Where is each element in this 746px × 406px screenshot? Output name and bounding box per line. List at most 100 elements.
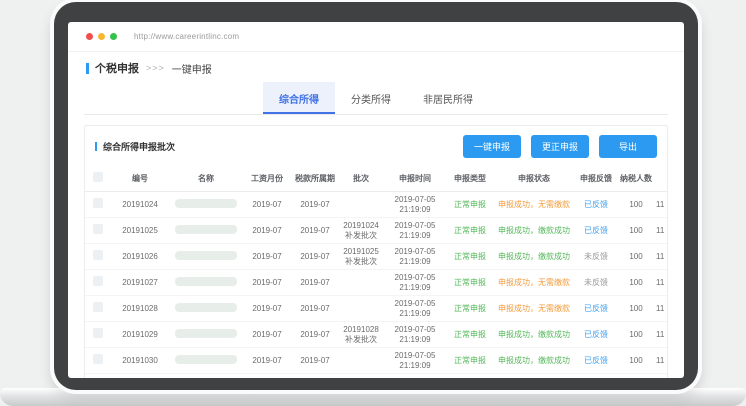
cell-declare-status: 申报成功，缴款成功	[493, 218, 575, 244]
redacted-name-placeholder	[175, 355, 237, 364]
cell-declare-type: 正常申报	[447, 322, 493, 348]
accent-bar-icon	[95, 142, 97, 151]
cell-taxpayer-count: 100	[617, 270, 655, 296]
page-subtitle: 一键申报	[172, 61, 212, 76]
cell-taxpayer-count: 100	[617, 192, 655, 218]
table-row: 20191029 2019-07 2019-07 20191028补发批次 20…	[85, 322, 667, 348]
col-header-declare-time: 申报时间	[383, 165, 447, 192]
cell-declare-feedback: 未反馈	[575, 270, 617, 296]
cell-declare-status: 申报成功，缴款成功	[493, 348, 575, 374]
tab-nonresident-income[interactable]: 非居民所得	[407, 82, 489, 114]
cell-declare-type: 正常申报	[447, 270, 493, 296]
cell-tax-period: 2019-07	[291, 270, 339, 296]
cell-salary-month: 2019-07	[243, 218, 291, 244]
col-header-id: 编号	[111, 165, 169, 192]
tab-classified-income[interactable]: 分类所得	[335, 82, 407, 114]
row-checkbox[interactable]	[93, 198, 103, 208]
browser-window: http://www.careerintlinc.com 个税申报 >>> 一键…	[68, 22, 684, 378]
redacted-name-placeholder	[175, 225, 237, 234]
browser-close-dot[interactable]	[86, 33, 93, 40]
cell-batch: 20191028补发批次	[339, 322, 383, 348]
table-row: 20191027 2019-07 2019-07 2019-07-0521:19…	[85, 270, 667, 296]
cell-tax-period: 2019-07	[291, 244, 339, 270]
browser-toolbar: http://www.careerintlinc.com	[68, 22, 684, 52]
scroll-left-icon[interactable]: ◂	[88, 377, 96, 378]
redacted-name-placeholder	[175, 303, 237, 312]
cell-clipped: 11	[655, 270, 667, 296]
row-checkbox[interactable]	[93, 250, 103, 260]
cell-tax-period: 2019-07	[291, 218, 339, 244]
cell-id: 20191025	[111, 218, 169, 244]
cell-tax-period: 2019-07	[291, 348, 339, 374]
cell-salary-month: 2019-07	[243, 348, 291, 374]
cell-batch	[339, 296, 383, 322]
page-title: 个税申报	[95, 60, 139, 76]
cell-batch	[339, 270, 383, 296]
accent-bar-icon	[86, 63, 89, 74]
col-header-declare-type: 申报类型	[447, 165, 493, 192]
address-bar[interactable]: http://www.careerintlinc.com	[134, 32, 239, 41]
cell-taxpayer-count: 100	[617, 244, 655, 270]
redacted-name-placeholder	[175, 277, 237, 286]
row-checkbox[interactable]	[93, 302, 103, 312]
export-button[interactable]: 导出	[599, 135, 657, 158]
laptop-base	[0, 388, 746, 406]
row-checkbox[interactable]	[93, 328, 103, 338]
cell-clipped: 11	[655, 244, 667, 270]
cell-clipped: 11	[655, 322, 667, 348]
browser-maximize-dot[interactable]	[110, 33, 117, 40]
row-checkbox[interactable]	[93, 354, 103, 364]
browser-minimize-dot[interactable]	[98, 33, 105, 40]
cell-declare-status: 申报成功，无需缴款	[493, 270, 575, 296]
cell-declare-feedback: 未反馈	[575, 244, 617, 270]
col-header-declare-feedback: 申报反馈	[575, 165, 617, 192]
cell-name	[169, 192, 243, 218]
cell-name	[169, 244, 243, 270]
cell-clipped: 11	[655, 218, 667, 244]
cell-declare-type: 正常申报	[447, 244, 493, 270]
cell-id: 20191030	[111, 348, 169, 374]
cell-name	[169, 348, 243, 374]
col-header-tax-period: 税款所属期	[291, 165, 339, 192]
horizontal-scrollbar[interactable]: ◂ ▸	[88, 376, 664, 378]
cell-declare-type: 正常申报	[447, 192, 493, 218]
panel-header: 综合所得申报批次 一键申报 更正申报 导出	[85, 126, 667, 165]
cell-id: 20191026	[111, 244, 169, 270]
redacted-name-placeholder	[175, 329, 237, 338]
cell-declare-time: 2019-07-0521:19:09	[383, 322, 447, 348]
cell-salary-month: 2019-07	[243, 296, 291, 322]
batch-table: 编号 名称 工资月份 税款所属期 批次 申报时间 申报类型 申报状态 申报反馈 …	[85, 165, 667, 374]
cell-declare-status: 申报成功，无需缴款	[493, 192, 575, 218]
breadcrumb: 个税申报 >>> 一键申报	[86, 60, 684, 76]
tab-comprehensive-income[interactable]: 综合所得	[263, 82, 335, 114]
table-row: 20191030 2019-07 2019-07 2019-07-0521:19…	[85, 348, 667, 374]
table-container: 编号 名称 工资月份 税款所属期 批次 申报时间 申报类型 申报状态 申报反馈 …	[85, 165, 667, 374]
cell-declare-feedback: 已反馈	[575, 322, 617, 348]
col-header-clipped	[655, 165, 667, 192]
row-checkbox[interactable]	[93, 224, 103, 234]
cell-declare-time: 2019-07-0521:19:09	[383, 270, 447, 296]
scroll-right-icon[interactable]: ▸	[656, 377, 664, 378]
cell-id: 20191028	[111, 296, 169, 322]
col-header-name: 名称	[169, 165, 243, 192]
table-body: 20191024 2019-07 2019-07 2019-07-0521:19…	[85, 192, 667, 374]
correction-declare-button[interactable]: 更正申报	[531, 135, 589, 158]
cell-clipped: 11	[655, 296, 667, 322]
cell-taxpayer-count: 100	[617, 296, 655, 322]
cell-taxpayer-count: 100	[617, 218, 655, 244]
cell-declare-time: 2019-07-0521:19:09	[383, 348, 447, 374]
cell-batch: 20191024补发批次	[339, 218, 383, 244]
cell-declare-status: 申报成功，缴款成功	[493, 322, 575, 348]
cell-taxpayer-count: 100	[617, 322, 655, 348]
table-row: 20191026 2019-07 2019-07 20191025补发批次 20…	[85, 244, 667, 270]
select-all-checkbox[interactable]	[93, 172, 103, 182]
panel-title: 综合所得申报批次	[95, 140, 175, 153]
cell-batch	[339, 192, 383, 218]
cell-taxpayer-count: 100	[617, 348, 655, 374]
col-header-declare-status: 申报状态	[493, 165, 575, 192]
one-click-declare-button[interactable]: 一键申报	[463, 135, 521, 158]
cell-declare-status: 申报成功，缴款成功	[493, 244, 575, 270]
row-checkbox[interactable]	[93, 276, 103, 286]
col-header-salary-month: 工资月份	[243, 165, 291, 192]
cell-tax-period: 2019-07	[291, 192, 339, 218]
